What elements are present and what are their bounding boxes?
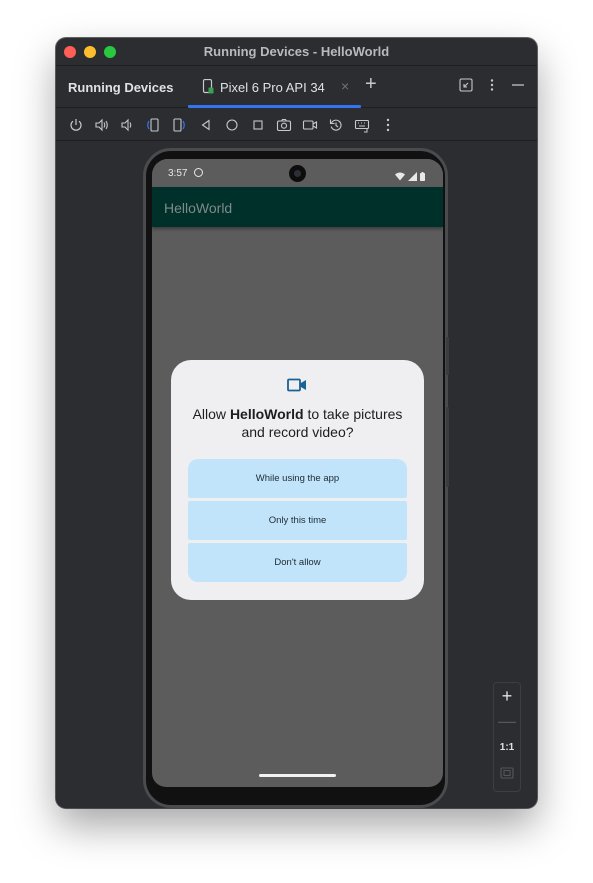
only-this-time-button[interactable]: Only this time bbox=[188, 501, 407, 540]
front-camera bbox=[289, 165, 306, 182]
device-toolbar bbox=[56, 109, 537, 141]
home-icon[interactable] bbox=[224, 117, 240, 133]
tab-device-label: Pixel 6 Pro API 34 bbox=[220, 80, 325, 95]
rotate-left-icon[interactable] bbox=[145, 117, 161, 133]
app-title: HelloWorld bbox=[164, 200, 233, 216]
tab-bar: Running Devices Pixel 6 Pro API 34 × + bbox=[56, 66, 537, 108]
dialog-title-app: HelloWorld bbox=[229, 406, 304, 422]
permission-dialog: Allow HelloWorld to take pictures and re… bbox=[171, 360, 424, 600]
rotate-right-icon[interactable] bbox=[171, 117, 187, 133]
window-title: Running Devices - HelloWorld bbox=[203, 44, 390, 59]
add-tab-button[interactable]: + bbox=[365, 74, 377, 94]
minimize-icon[interactable] bbox=[511, 78, 525, 92]
app-bar: HelloWorld bbox=[152, 187, 443, 227]
more-vertical-icon[interactable] bbox=[485, 78, 499, 92]
dialog-title: Allow HelloWorld to take pictures and re… bbox=[181, 405, 414, 441]
overview-icon[interactable] bbox=[250, 117, 266, 133]
notification-icon bbox=[194, 168, 203, 177]
gesture-nav-handle[interactable] bbox=[259, 774, 336, 777]
phone-frame: 3:57 HelloWorld Allow HelloWorld to take… bbox=[143, 148, 449, 808]
close-window-button[interactable] bbox=[64, 46, 76, 58]
dialog-title-prefix: Allow bbox=[192, 406, 230, 422]
maximize-window-button[interactable] bbox=[104, 46, 116, 58]
fit-screen-icon[interactable] bbox=[494, 766, 520, 784]
phone-side-button bbox=[446, 337, 449, 375]
keyboard-icon[interactable] bbox=[354, 117, 370, 133]
power-icon[interactable] bbox=[68, 117, 84, 133]
battery-icon bbox=[420, 168, 425, 186]
zoom-controls: + — 1:1 bbox=[493, 682, 521, 792]
screen-record-icon[interactable] bbox=[302, 117, 318, 133]
video-camera-icon bbox=[287, 377, 307, 398]
phone-screen[interactable]: 3:57 HelloWorld Allow HelloWorld to take… bbox=[152, 159, 443, 787]
tab-device[interactable]: Pixel 6 Pro API 34 × bbox=[188, 66, 361, 108]
more-vertical-icon[interactable] bbox=[380, 117, 396, 133]
phone-device-icon bbox=[202, 78, 214, 99]
wifi-icon bbox=[395, 168, 405, 186]
while-using-app-button[interactable]: While using the app bbox=[188, 459, 407, 498]
panel-title: Running Devices bbox=[68, 80, 174, 95]
zoom-in-button[interactable]: + bbox=[494, 687, 520, 705]
collapse-icon[interactable] bbox=[459, 78, 473, 92]
ide-window: Running Devices - HelloWorld Running Dev… bbox=[56, 38, 537, 808]
zoom-out-button[interactable]: — bbox=[494, 712, 520, 730]
screenshot-icon[interactable] bbox=[276, 117, 292, 133]
volume-down-icon[interactable] bbox=[119, 117, 135, 133]
minimize-window-button[interactable] bbox=[84, 46, 96, 58]
volume-up-icon[interactable] bbox=[94, 117, 110, 133]
phone-volume-button bbox=[446, 407, 449, 487]
actual-size-button[interactable]: 1:1 bbox=[494, 742, 520, 753]
tab-close-icon[interactable]: × bbox=[341, 78, 349, 94]
status-bar: 3:57 bbox=[152, 159, 443, 187]
title-bar: Running Devices - HelloWorld bbox=[56, 38, 537, 66]
device-canvas: 3:57 HelloWorld Allow HelloWorld to take… bbox=[56, 142, 537, 808]
back-icon[interactable] bbox=[198, 117, 214, 133]
reset-icon[interactable] bbox=[328, 117, 344, 133]
status-time: 3:57 bbox=[168, 168, 188, 179]
tab-selected-indicator bbox=[188, 105, 361, 108]
dont-allow-button[interactable]: Don't allow bbox=[188, 543, 407, 582]
signal-icon bbox=[408, 168, 417, 186]
